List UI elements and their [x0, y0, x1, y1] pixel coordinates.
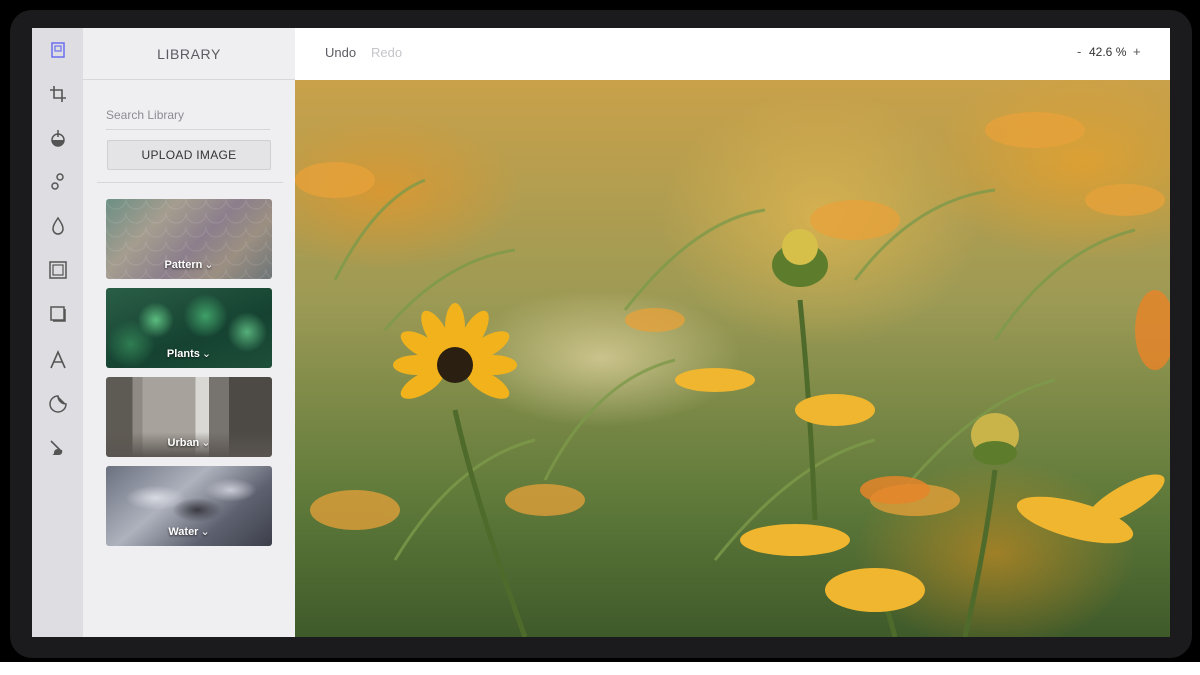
undo-button[interactable]: Undo — [325, 45, 356, 60]
flower-field-photo — [295, 112, 1170, 637]
tile-label-text: Urban — [167, 437, 200, 449]
editor-screen: LIBRARY UPLOAD IMAGE Pattern⌄ Plants⌄ Ur… — [32, 28, 1170, 637]
tile-label: Water ⌄ — [106, 525, 272, 538]
chevron-down-icon: ⌄ — [200, 526, 210, 538]
library-tile-water[interactable]: Water ⌄ — [106, 466, 272, 546]
text-icon — [50, 350, 66, 369]
chevron-down-icon: ⌄ — [201, 437, 211, 449]
tile-label: Pattern ⌄ — [106, 258, 272, 271]
library-divider — [97, 182, 283, 183]
overlay-icon — [50, 306, 66, 322]
upload-image-button[interactable]: UPLOAD IMAGE — [107, 140, 271, 170]
zoom-in-button[interactable]: + — [1133, 44, 1141, 59]
filter-icon — [51, 130, 65, 147]
library-tile-urban[interactable]: Urban ⌄ — [106, 377, 272, 457]
tile-label-text: Plants — [166, 348, 200, 360]
frame-icon — [49, 261, 67, 279]
library-tile-plants[interactable]: Plants ⌄ — [106, 288, 272, 368]
editor-topbar: Undo Redo - 42.6 % + — [295, 28, 1170, 80]
device-frame: LIBRARY UPLOAD IMAGE Pattern⌄ Plants⌄ Ur… — [10, 10, 1192, 658]
library-panel: LIBRARY UPLOAD IMAGE Pattern⌄ Plants⌄ Ur… — [83, 28, 295, 637]
crop-tool-button[interactable] — [44, 80, 72, 108]
sticker-icon — [49, 395, 67, 413]
tile-label-text: Pattern — [164, 259, 203, 271]
search-library-input[interactable] — [106, 100, 270, 130]
letterbox-top — [0, 0, 1200, 10]
library-tool-button[interactable] — [44, 36, 72, 64]
frame-tool-button[interactable] — [44, 256, 72, 284]
text-tool-button[interactable] — [44, 346, 72, 374]
crop-icon — [50, 86, 66, 102]
brush-tool-button[interactable] — [44, 434, 72, 462]
image-canvas[interactable] — [295, 80, 1170, 637]
library-title: LIBRARY — [83, 28, 295, 80]
redo-button[interactable]: Redo — [371, 45, 402, 60]
chevron-down-icon: ⌄ — [204, 259, 214, 271]
filter-tool-button[interactable] — [44, 124, 72, 152]
chevron-down-icon: ⌄ — [201, 348, 212, 360]
zoom-out-button[interactable]: - — [1077, 44, 1081, 59]
overlay-tool-button[interactable] — [44, 300, 72, 328]
tool-rail — [32, 28, 83, 637]
zoom-level: 42.6 % — [1089, 45, 1127, 59]
library-icon — [51, 42, 65, 58]
focus-icon — [52, 216, 64, 235]
tile-label-text: Water — [168, 526, 199, 538]
library-tile-pattern[interactable]: Pattern ⌄ — [106, 199, 272, 279]
adjust-tool-button[interactable] — [44, 168, 72, 196]
focus-tool-button[interactable] — [44, 212, 72, 240]
tile-label: Plants ⌄ — [106, 347, 272, 360]
adjust-icon — [51, 173, 64, 190]
letterbox-bottom — [0, 662, 1200, 675]
brush-icon — [50, 440, 63, 455]
sticker-tool-button[interactable] — [44, 390, 72, 418]
tile-label: Urban ⌄ — [106, 436, 272, 449]
